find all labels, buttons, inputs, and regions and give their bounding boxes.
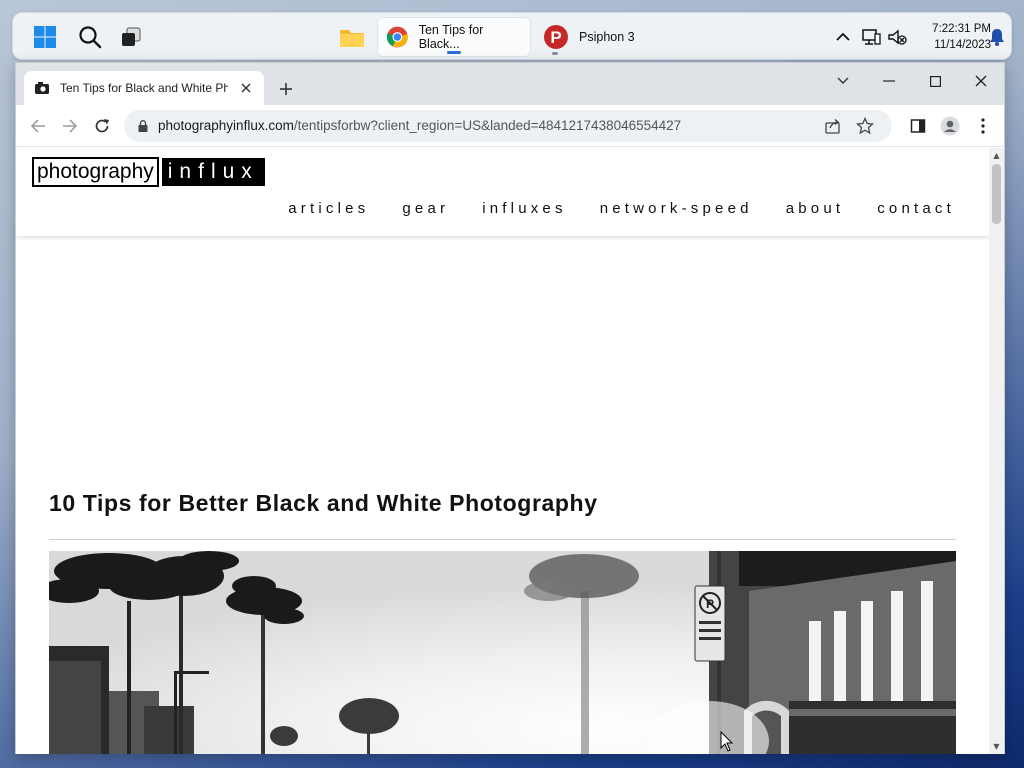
- reload-icon: [95, 119, 109, 133]
- page-viewport: photography influx articles gear influxe…: [16, 148, 989, 754]
- url-path: /tentipsforbw?client_region=US&landed=48…: [293, 118, 682, 133]
- close-icon: [975, 75, 987, 87]
- clock-time: 7:22:31 PM: [932, 23, 991, 35]
- running-indicator: [552, 52, 558, 55]
- camera-icon: [35, 82, 49, 94]
- browser-tab[interactable]: Ten Tips for Black and White Pho: [24, 71, 264, 105]
- mouse-cursor-icon: [720, 731, 734, 752]
- arrow-left-icon: [30, 119, 45, 133]
- nav-link-influxes[interactable]: influxes: [482, 200, 566, 217]
- volume-tray-button[interactable]: [887, 27, 907, 47]
- star-icon[interactable]: [856, 117, 874, 135]
- start-button[interactable]: [31, 23, 59, 51]
- close-icon: [241, 83, 251, 93]
- clock[interactable]: 7:22:31 PM 11/14/2023: [909, 21, 991, 53]
- avatar-icon: [940, 116, 960, 136]
- url-host: photographyinflux.com: [158, 118, 294, 133]
- palm-street-photo: P: [49, 551, 956, 754]
- new-tab-button[interactable]: [274, 77, 298, 101]
- site-header: photography influx articles gear influxe…: [16, 148, 989, 236]
- site-nav: articles gear influxes network-speed abo…: [288, 200, 955, 217]
- address-bar[interactable]: photographyinflux.com/tentipsforbw?clien…: [124, 110, 892, 142]
- taskbar-app-psiphon[interactable]: P Psiphon 3: [535, 17, 645, 57]
- minimize-icon: [883, 80, 895, 82]
- tab-title: Ten Tips for Black and White Pho: [60, 81, 228, 95]
- windows-icon: [34, 26, 56, 48]
- page-scrollbar[interactable]: ▲ ▼: [989, 148, 1004, 754]
- svg-text:P: P: [550, 28, 561, 47]
- network-icon: [862, 29, 881, 45]
- forward-button[interactable]: [58, 114, 82, 138]
- article-title: 10 Tips for Better Black and White Photo…: [49, 490, 598, 516]
- nav-link-about[interactable]: about: [786, 200, 845, 217]
- url-text[interactable]: photographyinflux.com/tentipsforbw?clien…: [158, 118, 681, 133]
- taskbar-app-label: Ten Tips for Black...: [418, 23, 484, 51]
- menu-button[interactable]: [971, 114, 995, 138]
- task-view-icon: [122, 27, 141, 46]
- nav-link-network-speed[interactable]: network-speed: [600, 200, 753, 217]
- chrome-icon: [386, 26, 408, 48]
- site-logo[interactable]: photography influx: [32, 157, 265, 187]
- tab-search-button[interactable]: [820, 67, 866, 95]
- notifications-button[interactable]: [988, 27, 1006, 47]
- taskbar-app-label: Psiphon 3: [579, 30, 635, 44]
- side-panel-icon: [910, 119, 926, 133]
- share-icon[interactable]: [824, 117, 842, 135]
- back-button[interactable]: [26, 114, 50, 138]
- title-divider: [49, 539, 956, 540]
- reload-button[interactable]: [90, 114, 114, 138]
- show-hidden-icons-button[interactable]: [833, 27, 853, 47]
- search-button[interactable]: [76, 23, 104, 51]
- search-icon: [79, 26, 102, 49]
- profile-button[interactable]: [938, 114, 962, 138]
- scroll-up-arrow[interactable]: ▲: [992, 151, 1001, 160]
- file-explorer-button[interactable]: [338, 23, 366, 51]
- nav-link-articles[interactable]: articles: [288, 200, 369, 217]
- maximize-button[interactable]: [912, 67, 958, 95]
- arrow-right-icon: [63, 119, 78, 133]
- chevron-down-icon: [837, 77, 849, 84]
- taskbar-app-chrome[interactable]: Ten Tips for Black...: [377, 17, 531, 57]
- task-view-button[interactable]: [117, 23, 145, 51]
- lock-icon[interactable]: [136, 119, 150, 133]
- taskbar: Ten Tips for Black... P Psiphon 3 7:22:3…: [12, 12, 1012, 60]
- minimize-button[interactable]: [866, 67, 912, 95]
- tab-close-button[interactable]: [238, 80, 254, 96]
- browser-toolbar: photographyinflux.com/tentipsforbw?clien…: [16, 105, 1004, 147]
- logo-text-photography: photography: [32, 157, 159, 187]
- close-window-button[interactable]: [958, 67, 1004, 95]
- clock-date: 11/14/2023: [934, 39, 991, 51]
- folder-icon: [340, 30, 364, 47]
- active-indicator: [447, 51, 461, 54]
- speaker-muted-icon: [888, 29, 907, 45]
- logo-text-influx: influx: [161, 158, 265, 186]
- scroll-down-arrow[interactable]: ▼: [992, 742, 1001, 751]
- bell-icon: [990, 29, 1004, 46]
- title-bar: Ten Tips for Black and White Pho: [16, 63, 1004, 105]
- plus-icon: [280, 83, 292, 95]
- maximize-icon: [929, 75, 941, 87]
- nav-link-gear[interactable]: gear: [402, 200, 449, 217]
- more-vert-icon: [981, 118, 985, 134]
- side-panel-button[interactable]: [906, 114, 930, 138]
- article-hero-image: P: [49, 551, 956, 754]
- network-tray-button[interactable]: [861, 27, 881, 47]
- chevron-up-icon: [836, 32, 850, 41]
- scroll-thumb[interactable]: [992, 164, 1001, 224]
- psiphon-icon: P: [544, 25, 568, 49]
- nav-link-contact[interactable]: contact: [877, 200, 955, 217]
- browser-window: Ten Tips for Black and White Pho photogr…: [15, 62, 1005, 754]
